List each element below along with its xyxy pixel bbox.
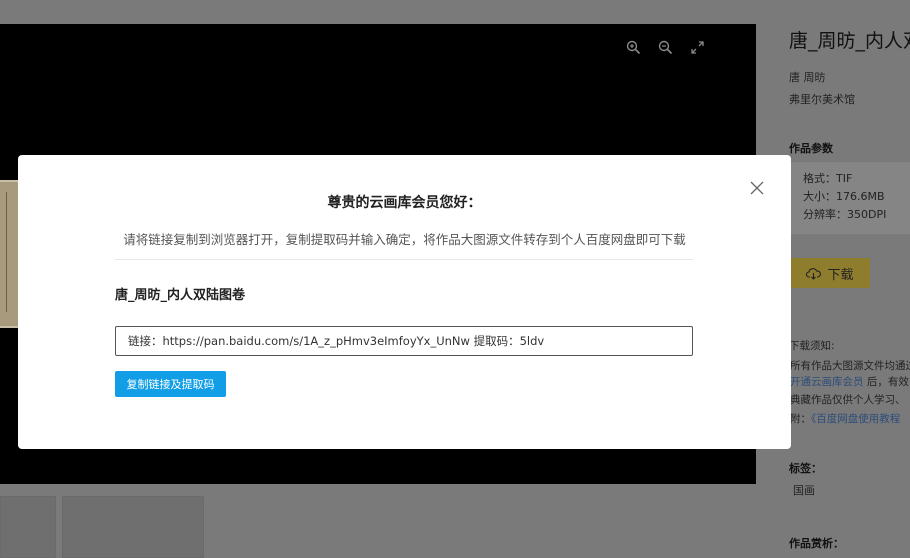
share-link-text: 链接：https://pan.baidu.com/s/1A_z_pHmv3eIm… — [128, 334, 545, 348]
share-link-field[interactable]: 链接：https://pan.baidu.com/s/1A_z_pHmv3eIm… — [115, 326, 693, 356]
copy-link-button[interactable]: 复制链接及提取码 — [115, 371, 226, 397]
modal-description: 请将链接复制到浏览器打开，复制提取码并输入确定，将作品大图源文件转存到个人百度网… — [123, 232, 686, 247]
download-link-modal: 尊贵的云画库会员您好： 请将链接复制到浏览器打开，复制提取码并输入确定，将作品大… — [18, 155, 791, 449]
work-title: 唐_周昉_内人双陆图卷 — [115, 288, 246, 303]
modal-title: 尊贵的云画库会员您好： — [327, 195, 482, 211]
divider — [115, 259, 693, 260]
